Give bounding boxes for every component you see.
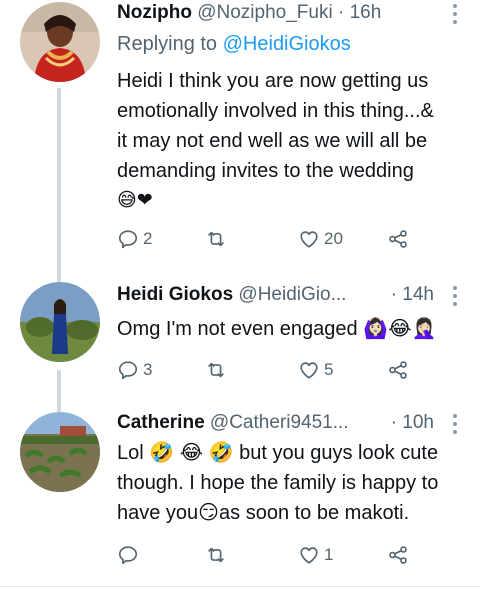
tweet-nozipho[interactable]: Nozipho @Nozipho_Fuki · 16h Replying to … [0, 0, 480, 270]
tweet-text-line: demanding invites to the wedding [117, 160, 414, 182]
tweet-header: Heidi Giokos @HeidiGio... · 14h [117, 284, 462, 314]
author-name[interactable]: Catherine [117, 412, 205, 433]
share-icon [389, 546, 407, 564]
like-count: 20 [324, 229, 343, 248]
retweet-icon [208, 547, 224, 563]
tweet-emoji: 😅❤ [117, 190, 153, 211]
tweet-text-line: it may not end well as we will all be [117, 130, 428, 152]
timestamp[interactable]: · 16h [338, 2, 381, 23]
reply-icon [118, 230, 138, 249]
author-handle[interactable]: @Catheri9451... [210, 412, 349, 433]
like-button[interactable]: 1 [298, 542, 333, 568]
share-button[interactable] [387, 357, 409, 383]
tweet-text-line: Heidi I think you are now getting us [117, 70, 429, 92]
share-button[interactable] [387, 542, 409, 568]
tweet-catherine[interactable]: Catherine @Catheri9451... · 10h Lol 🤣 😂 … [0, 400, 480, 589]
more-icon[interactable] [448, 286, 462, 308]
timestamp[interactable]: · 10h [391, 412, 434, 434]
like-count: 5 [324, 360, 334, 379]
reply-button[interactable] [117, 542, 143, 568]
like-icon [300, 362, 318, 379]
tweet-text: Heidi I think you are now getting us emo… [117, 66, 462, 216]
bottom-divider [0, 586, 480, 587]
share-icon [389, 230, 407, 248]
timestamp[interactable]: · 14h [391, 284, 434, 306]
tweet-heidi[interactable]: Heidi Giokos @HeidiGio... · 14h Omg I'm … [0, 270, 480, 400]
reply-icon [118, 546, 138, 565]
tweet-text: Omg I'm not even engaged 🙆🏻‍♀️😂🤦🏻‍♀️ [117, 314, 462, 344]
retweet-button[interactable] [205, 357, 231, 383]
retweet-icon [208, 362, 224, 378]
retweet-icon [208, 231, 224, 247]
retweet-button[interactable] [205, 226, 231, 252]
more-icon[interactable] [448, 414, 462, 436]
tweet-text-line: though. I hope the family is happy to [117, 472, 439, 494]
like-icon [300, 547, 318, 564]
action-bar: 1 [117, 542, 417, 568]
tweet-header: Nozipho @Nozipho_Fuki · 16h [117, 2, 462, 32]
avatar[interactable] [20, 2, 100, 82]
reply-button[interactable]: 3 [117, 357, 152, 383]
tweet-text-line: Omg I'm not even engaged 🙆🏻‍♀️😂🤦🏻‍♀️ [117, 318, 437, 340]
author-handle[interactable]: @Nozipho_Fuki [197, 2, 332, 23]
thread-line [57, 270, 61, 282]
author-handle[interactable]: @HeidiGio... [238, 284, 346, 305]
thread-line [57, 370, 61, 400]
like-icon [300, 231, 318, 248]
replying-to: Replying to @HeidiGiokos [117, 33, 351, 56]
like-count: 1 [324, 545, 334, 564]
author-name[interactable]: Nozipho [117, 2, 192, 23]
thread-line [57, 88, 61, 270]
reply-icon [118, 361, 138, 380]
tweet-text-line: Lol 🤣 😂 🤣 but you guys look cute [117, 442, 439, 464]
like-button[interactable]: 20 [298, 226, 343, 252]
tweet-text: Lol 🤣 😂 🤣 but you guys look cute though.… [117, 438, 462, 528]
action-bar: 2 20 [117, 226, 417, 252]
avatar[interactable] [20, 412, 100, 492]
retweet-button[interactable] [205, 542, 231, 568]
thread-line [57, 400, 61, 412]
reply-count: 2 [143, 229, 153, 248]
avatar[interactable] [20, 282, 100, 362]
replying-to-label: Replying to [117, 33, 218, 55]
author-name[interactable]: Heidi Giokos [117, 284, 233, 305]
tweet-text-line: emotionally involved in this thing...& [117, 100, 434, 122]
reply-button[interactable]: 2 [117, 226, 152, 252]
tweet-text-line: have you😏as soon to be makoti. [117, 502, 410, 524]
action-bar: 3 5 [117, 357, 417, 383]
replying-to-handle[interactable]: @HeidiGiokos [223, 33, 351, 55]
share-icon [389, 361, 407, 379]
share-button[interactable] [387, 226, 409, 252]
reply-count: 3 [143, 360, 153, 379]
more-icon[interactable] [448, 4, 462, 26]
like-button[interactable]: 5 [298, 357, 333, 383]
